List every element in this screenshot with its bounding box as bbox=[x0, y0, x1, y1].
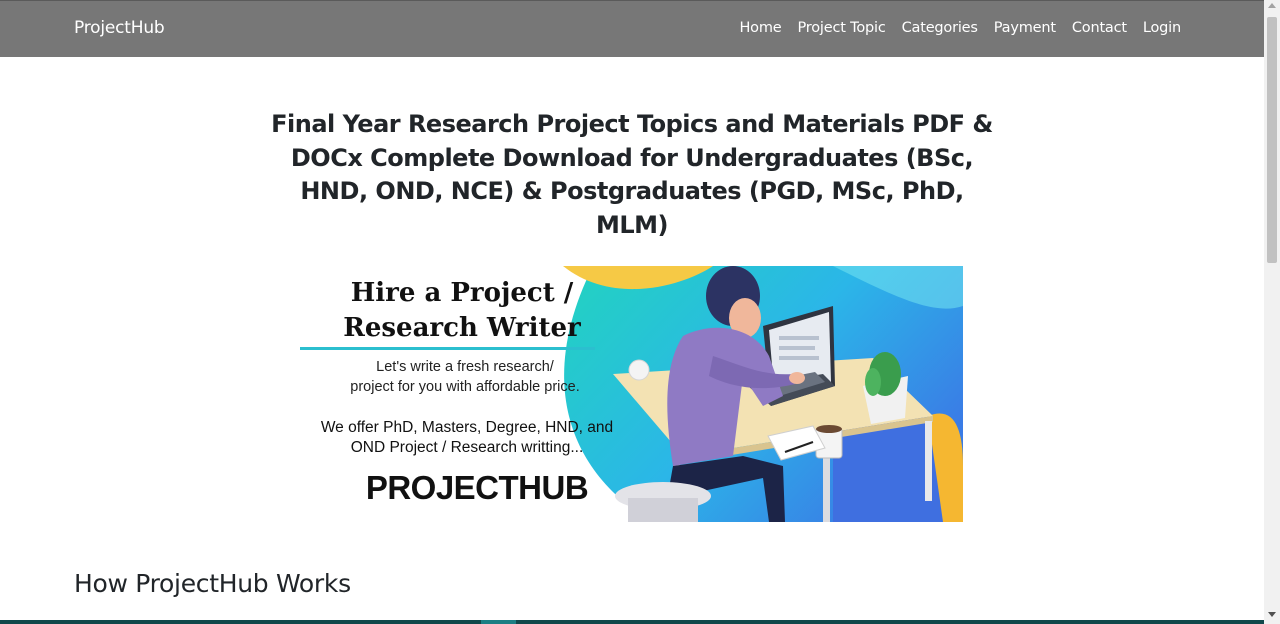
banner-title-line-2: Research Writer bbox=[343, 313, 581, 343]
headline-line-1: Final Year Research Project Topics and M… bbox=[271, 110, 993, 138]
headline-line-3: HND, OND, NCE) & Postgraduates (PGD, MSc… bbox=[300, 177, 964, 239]
nav-project-topic[interactable]: Project Topic bbox=[798, 20, 886, 36]
scroll-thumb[interactable] bbox=[1267, 17, 1277, 263]
banner-title: Hire a Project / Research Writer bbox=[297, 276, 627, 346]
hire-writer-banner[interactable]: Hire a Project / Research Writer Let's w… bbox=[297, 266, 963, 522]
nav-categories[interactable]: Categories bbox=[902, 20, 978, 36]
banner-logo-text: PROJECTHUB bbox=[365, 469, 589, 506]
page-headline: Final Year Research Project Topics and M… bbox=[262, 108, 1002, 242]
banner-offer: We offer PhD, Masters, Degree, HND, and … bbox=[302, 418, 632, 457]
page-scrollbar[interactable] bbox=[1264, 0, 1280, 624]
nav-home[interactable]: Home bbox=[739, 20, 781, 36]
top-navbar: ProjectHub Home Project Topic Categories… bbox=[0, 0, 1264, 57]
scroll-up-arrow-icon[interactable] bbox=[1268, 3, 1276, 8]
banner-offer-line-2: OND Project / Research writting... bbox=[350, 438, 584, 456]
how-it-works-heading: How ProjectHub Works bbox=[74, 569, 351, 598]
banner-title-line-1: Hire a Project / bbox=[350, 278, 574, 308]
banner-sub-line-1: Let's write a fresh research/ bbox=[376, 359, 554, 375]
banner-divider bbox=[300, 347, 595, 350]
nav-payment[interactable]: Payment bbox=[994, 20, 1056, 36]
scroll-down-arrow-icon[interactable] bbox=[1268, 612, 1276, 617]
bottom-strip-segment bbox=[481, 620, 516, 624]
nav-contact[interactable]: Contact bbox=[1072, 20, 1127, 36]
headline-line-2: DOCx Complete Download for Undergraduate… bbox=[290, 143, 974, 172]
nav-login[interactable]: Login bbox=[1143, 20, 1181, 36]
brand-link[interactable]: ProjectHub bbox=[74, 18, 165, 38]
banner-copy: Hire a Project / Research Writer Let's w… bbox=[297, 266, 637, 522]
main-nav: Home Project Topic Categories Payment Co… bbox=[739, 20, 1181, 36]
banner-subtitle: Let's write a fresh research/ project fo… bbox=[315, 358, 615, 397]
bottom-strip bbox=[0, 620, 1264, 624]
banner-offer-line-1: We offer PhD, Masters, Degree, HND, and bbox=[320, 419, 614, 436]
banner-sub-line-2: project for you with affordable price. bbox=[350, 378, 580, 395]
